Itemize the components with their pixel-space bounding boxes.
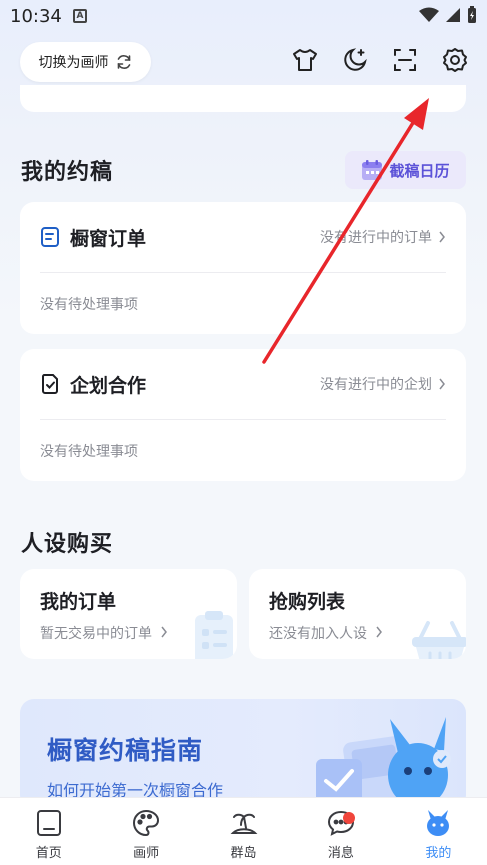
nav-mine-label: 我的 (425, 846, 452, 861)
nav-artists[interactable]: 画师 (97, 798, 194, 865)
palette-icon (133, 809, 160, 837)
order-doc-icon (41, 227, 59, 247)
status-time: 10:34 (10, 6, 62, 27)
signal-icon (446, 8, 460, 22)
nav-messages[interactable]: 消息 (292, 798, 389, 865)
home-icon (36, 810, 61, 836)
basket-illustration-icon (412, 621, 466, 659)
window-orders-status-text: 没有进行中的订单 (320, 230, 432, 246)
mascot-illustration-icon (316, 717, 451, 809)
status-right (419, 6, 477, 24)
moon-icon[interactable] (341, 46, 369, 74)
my-orders-title: 我的订单 (40, 591, 117, 613)
flash-list-sub-text: 还没有加入人设 (269, 626, 367, 642)
project-cooperation-status-text: 没有进行中的企划 (320, 377, 432, 393)
wifi-icon (419, 7, 439, 22)
project-doc-icon (41, 374, 58, 394)
divider (40, 272, 446, 273)
window-guide-banner[interactable]: 橱窗约稿指南 如何开始第一次橱窗合作 (20, 699, 466, 809)
flash-list-sub: 还没有加入人设 (269, 623, 383, 643)
screen: 10:34 A 切换为画师 我的约稿 截稿日历 橱窗订单 没有进行中的订单 没有… (0, 0, 487, 865)
calendar-icon (362, 160, 383, 180)
switch-role-button[interactable]: 切换为画师 (20, 42, 151, 82)
project-cooperation-note: 没有待处理事项 (40, 444, 138, 460)
chevron-right-icon (439, 231, 445, 243)
battery-icon (468, 6, 476, 23)
project-cooperation-title: 企划合作 (70, 374, 147, 397)
character-purchase-title: 人设购买 (21, 532, 114, 557)
window-orders-status[interactable]: 没有进行中的订单 (320, 227, 446, 247)
my-orders-sub: 暂无交易中的订单 (40, 623, 168, 643)
window-orders-head: 橱窗订单 没有进行中的订单 (40, 222, 446, 252)
scan-icon[interactable] (391, 46, 419, 74)
guide-title: 橱窗约稿指南 (47, 736, 204, 765)
notification-icon: A (73, 9, 87, 23)
nav-artists-label: 画师 (133, 846, 160, 861)
chevron-right-icon (161, 626, 168, 638)
window-orders-card[interactable]: 橱窗订单 没有进行中的订单 没有待处理事项 (20, 202, 466, 334)
refresh-icon (117, 55, 130, 69)
window-orders-title: 橱窗订单 (70, 227, 147, 250)
clipboard-illustration-icon (195, 611, 233, 659)
nav-islands[interactable]: 群岛 (195, 798, 292, 865)
project-cooperation-card[interactable]: 企划合作 没有进行中的企划 没有待处理事项 (20, 349, 466, 481)
my-commissions-title: 我的约稿 (21, 160, 114, 185)
bottom-nav: 首页 画师 群岛 消息 我的 (0, 797, 487, 865)
switch-role-label: 切换为画师 (38, 55, 109, 71)
nav-islands-label: 群岛 (230, 846, 257, 861)
status-bar: 10:34 A (0, 0, 487, 34)
mascot-tab-icon (427, 810, 450, 836)
nav-messages-label: 消息 (327, 846, 354, 861)
chevron-right-icon (376, 626, 383, 638)
chevron-right-icon (439, 378, 445, 390)
project-cooperation-status[interactable]: 没有进行中的企划 (320, 374, 446, 394)
tshirt-icon[interactable] (291, 46, 319, 74)
nav-mine[interactable]: 我的 (390, 798, 487, 865)
nav-home-label: 首页 (35, 846, 62, 861)
nav-home[interactable]: 首页 (0, 798, 97, 865)
window-orders-note: 没有待处理事项 (40, 297, 138, 313)
deadline-calendar-button[interactable]: 截稿日历 (345, 151, 466, 189)
deadline-calendar-label: 截稿日历 (389, 161, 450, 180)
flash-list-title: 抢购列表 (269, 591, 346, 613)
my-orders-sub-text: 暂无交易中的订单 (40, 626, 152, 642)
header-actions (291, 46, 469, 74)
divider (40, 419, 446, 420)
project-cooperation-head: 企划合作 没有进行中的企划 (40, 369, 446, 399)
flash-list-card[interactable]: 抢购列表 还没有加入人设 (249, 569, 466, 659)
island-icon (230, 813, 257, 834)
my-orders-card[interactable]: 我的订单 暂无交易中的订单 (20, 569, 237, 659)
profile-card-bottom (20, 85, 466, 112)
gear-icon[interactable] (441, 46, 469, 74)
